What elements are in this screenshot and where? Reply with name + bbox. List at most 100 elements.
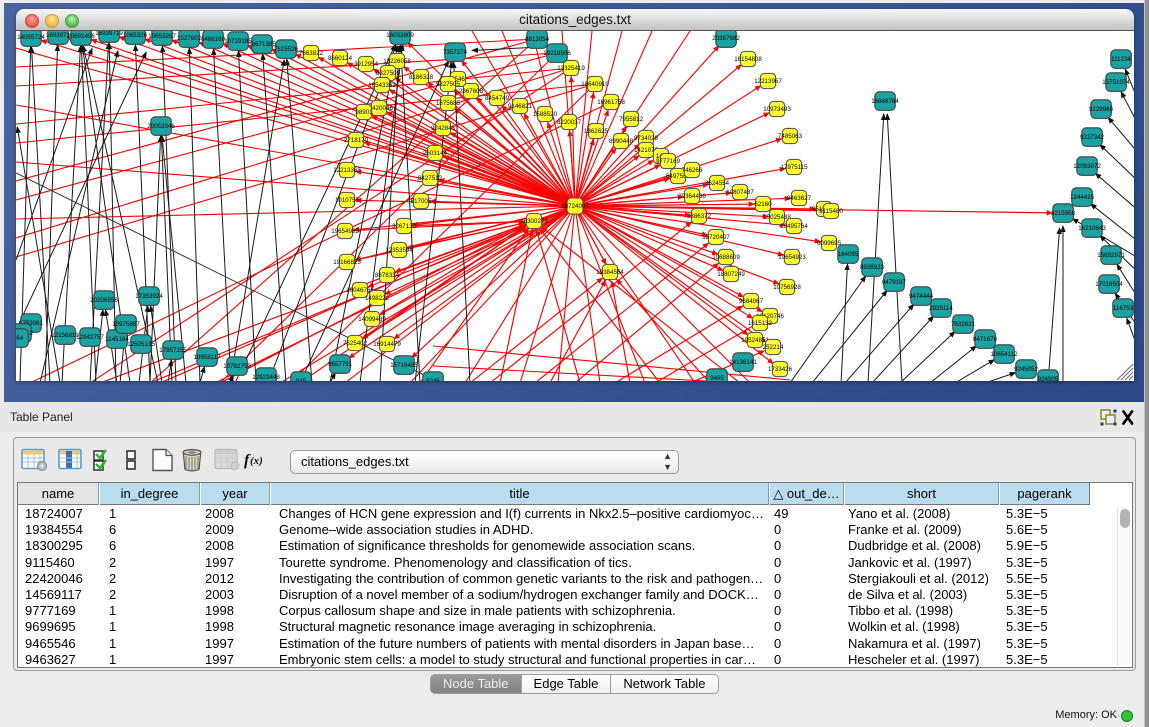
svg-text:8813054: 8813054 [525, 36, 550, 43]
svg-text:6479197: 6479197 [882, 279, 907, 286]
svg-text:8660124: 8660124 [328, 55, 353, 62]
svg-text:9465: 9465 [710, 375, 724, 381]
svg-text:252214: 252214 [763, 344, 784, 351]
svg-text:1588520: 1588520 [533, 111, 558, 118]
svg-text:15751074: 15751074 [1102, 79, 1130, 86]
svg-text:15720407: 15720407 [702, 234, 730, 241]
svg-text:16671385: 16671385 [248, 41, 276, 48]
svg-text:8427512: 8427512 [418, 175, 443, 182]
svg-text:1733426: 1733426 [768, 366, 793, 373]
svg-text:1615132: 1615132 [748, 320, 773, 327]
svg-text:10973493: 10973493 [763, 106, 791, 113]
svg-text:18300273: 18300273 [520, 218, 548, 225]
svg-text:3267130: 3267130 [392, 223, 417, 230]
svg-text:3912954: 3912954 [354, 61, 379, 68]
svg-text:20364436: 20364436 [678, 193, 706, 200]
svg-text:12156819: 12156819 [51, 332, 79, 339]
svg-text:7663822: 7663822 [299, 50, 324, 57]
svg-text:111234: 111234 [1111, 56, 1131, 63]
svg-text:945: 945 [296, 378, 307, 381]
svg-text:18640910: 18640910 [581, 81, 609, 88]
svg-text:10688609: 10688609 [712, 254, 740, 261]
svg-text:2718170: 2718170 [344, 137, 369, 144]
svg-text:3624554: 3624554 [705, 180, 730, 187]
svg-text:8878334: 8878334 [375, 272, 400, 279]
svg-text:20053346: 20053346 [147, 123, 175, 130]
svg-text:10958117: 10958117 [193, 354, 221, 361]
svg-text:14136141: 14136141 [729, 359, 757, 366]
svg-text:10653267: 10653267 [148, 33, 176, 40]
svg-text:20387682: 20387682 [712, 35, 740, 42]
svg-text:13325419: 13325419 [557, 65, 585, 72]
svg-text:1875685: 1875685 [436, 100, 461, 107]
svg-text:7632621: 7632621 [951, 321, 976, 328]
svg-text:9474444: 9474444 [909, 293, 934, 300]
svg-text:12213967: 12213967 [754, 78, 782, 85]
svg-text:17957255: 17957255 [159, 347, 187, 354]
svg-text:1498222: 1498222 [365, 295, 390, 302]
svg-text:2867608: 2867608 [459, 88, 484, 95]
svg-text:16154808: 16154808 [734, 56, 762, 63]
svg-text:17016504: 17016504 [1095, 281, 1123, 288]
svg-text:18495764: 18495764 [780, 223, 808, 230]
svg-text:1145194: 1145194 [105, 336, 129, 343]
svg-text:14099489: 14099489 [358, 316, 386, 323]
svg-text:17353924: 17353924 [135, 293, 163, 300]
svg-text:16543362: 16543362 [368, 82, 396, 89]
svg-text:15692971: 15692971 [1097, 252, 1125, 259]
svg-text:18724007: 18724007 [561, 203, 589, 210]
svg-text:6466160: 6466160 [201, 36, 226, 43]
svg-text:9463627: 9463627 [787, 195, 812, 202]
svg-text:1527602: 1527602 [177, 35, 202, 42]
svg-text:6099695: 6099695 [817, 240, 842, 247]
svg-text:62160: 62160 [754, 201, 772, 208]
svg-text:13226058: 13226058 [383, 58, 411, 65]
svg-text:12505135: 12505135 [127, 341, 155, 348]
svg-text:7485063: 7485063 [778, 133, 803, 140]
svg-text:8471676: 8471676 [973, 336, 998, 343]
svg-text:9115460: 9115460 [819, 208, 843, 215]
svg-text:10807487: 10807487 [726, 189, 754, 196]
svg-text:2935114: 2935114 [929, 305, 953, 312]
svg-text:7625402: 7625402 [343, 340, 368, 347]
svg-text:817005: 817005 [411, 198, 432, 205]
svg-text:10975887: 10975887 [112, 321, 140, 328]
svg-text:7515526: 7515526 [274, 46, 299, 53]
svg-text:7955812: 7955812 [619, 116, 644, 123]
svg-text:10782759: 10782759 [223, 363, 251, 370]
svg-text:19218506: 19218506 [543, 50, 571, 57]
svg-text:9245: 9245 [426, 378, 440, 381]
svg-text:1244415: 1244415 [1070, 194, 1095, 201]
svg-text:8990448: 8990448 [609, 138, 634, 145]
svg-text:19654985: 19654985 [331, 228, 359, 235]
svg-text:12093872: 12093872 [1073, 163, 1101, 170]
svg-text:14055724: 14055724 [17, 34, 45, 41]
svg-text:9327505: 9327505 [436, 81, 461, 88]
svg-text:8186328: 8186328 [409, 74, 434, 81]
svg-text:9242845: 9242845 [431, 125, 456, 132]
svg-text:16961758: 16961758 [597, 99, 625, 106]
svg-text:9734028: 9734028 [634, 135, 659, 142]
svg-text:12942757: 12942757 [76, 334, 104, 341]
svg-text:3215958: 3215958 [1051, 210, 1076, 217]
svg-text:8454749: 8454749 [485, 95, 510, 102]
svg-text:12213363: 12213363 [333, 167, 361, 174]
svg-text:9129966: 9129966 [1089, 106, 1114, 113]
svg-text:10756928: 10756928 [773, 284, 801, 291]
svg-text:2603144: 2603144 [423, 150, 448, 157]
svg-text:15716485: 15716485 [390, 362, 418, 369]
svg-text:19384554: 19384554 [596, 269, 624, 276]
svg-text:8938923: 8938923 [860, 264, 885, 271]
svg-text:20691406: 20691406 [67, 33, 95, 40]
svg-text:9245052: 9245052 [1014, 366, 1039, 373]
svg-text:18807249: 18807249 [717, 271, 745, 278]
svg-text:20206556: 20206556 [90, 297, 118, 304]
svg-text:9657791: 9657791 [328, 361, 353, 368]
svg-text:1362625: 1362625 [584, 128, 609, 135]
svg-text:16914479: 16914479 [373, 341, 401, 348]
svg-text:19166825: 19166825 [333, 259, 361, 266]
svg-text:9777169: 9777169 [656, 158, 681, 165]
svg-text:12353594: 12353594 [385, 247, 413, 254]
svg-text:10654112: 10654112 [990, 351, 1018, 358]
svg-text:16033809: 16033809 [386, 32, 414, 39]
